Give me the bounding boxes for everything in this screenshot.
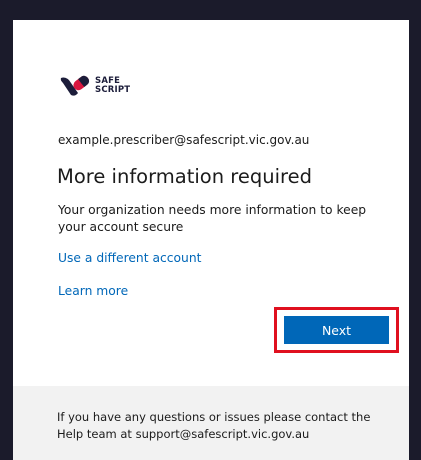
learn-more-link[interactable]: Learn more: [58, 284, 128, 298]
account-email: example.prescriber@safescript.vic.gov.au: [58, 133, 310, 147]
page-title: More information required: [57, 165, 312, 188]
sign-in-card: SAFE SCRIPT example.prescriber@safescrip…: [13, 20, 409, 460]
safescript-mark-icon: [60, 75, 90, 96]
next-button[interactable]: Next: [284, 316, 389, 344]
help-text: If you have any questions or issues plea…: [57, 410, 371, 441]
logo-wordmark: SAFE SCRIPT: [95, 77, 130, 95]
logo-word-script: SCRIPT: [95, 85, 131, 95]
info-description: Your organization needs more information…: [58, 203, 367, 234]
help-footer: If you have any questions or issues plea…: [13, 386, 409, 460]
safescript-logo: SAFE SCRIPT: [58, 75, 130, 97]
next-button-highlight: Next: [274, 307, 399, 353]
use-different-account-link[interactable]: Use a different account: [58, 251, 201, 265]
